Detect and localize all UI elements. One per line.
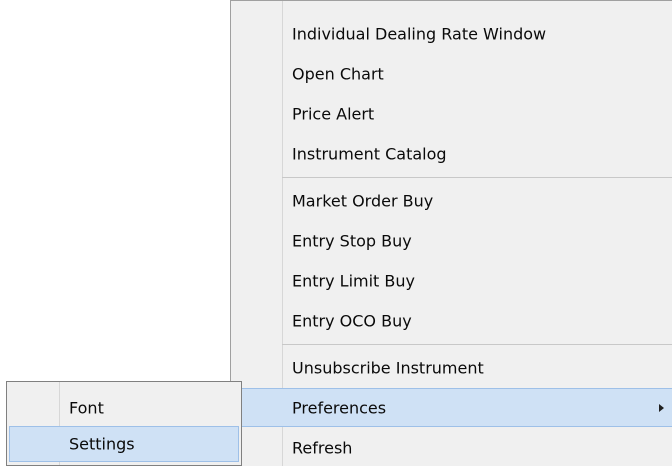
menu-item-individual-dealing-rate-window[interactable]: Individual Dealing Rate Window — [231, 14, 672, 54]
menu-item-unsubscribe-instrument[interactable]: Unsubscribe Instrument — [231, 348, 672, 388]
menu-item-label: Entry OCO Buy — [292, 311, 412, 331]
menu-item-entry-limit-buy[interactable]: Entry Limit Buy — [231, 261, 672, 301]
context-menu: Individual Dealing Rate Window Open Char… — [230, 0, 672, 466]
submenu-item-label: Font — [69, 398, 104, 418]
menu-item-label: Price Alert — [292, 104, 375, 124]
menu-item-label: Individual Dealing Rate Window — [292, 24, 547, 44]
menu-item-price-alert[interactable]: Price Alert — [231, 94, 672, 134]
screen: Individual Dealing Rate Window Open Char… — [0, 0, 672, 466]
menu-item-refresh[interactable]: Refresh — [231, 428, 672, 466]
menu-item-label: Unsubscribe Instrument — [292, 358, 484, 378]
menu-item-label: Open Chart — [292, 64, 384, 84]
menu-item-label: Market Order Buy — [292, 191, 434, 211]
preferences-submenu: Font Settings — [6, 381, 242, 466]
menu-separator — [282, 344, 672, 345]
menu-item-open-chart[interactable]: Open Chart — [231, 54, 672, 94]
chevron-right-icon — [659, 403, 664, 412]
menu-item-label: Entry Limit Buy — [292, 271, 415, 291]
menu-separator — [282, 177, 672, 178]
menu-item-entry-stop-buy[interactable]: Entry Stop Buy — [231, 221, 672, 261]
menu-item-instrument-catalog[interactable]: Instrument Catalog — [231, 134, 672, 174]
submenu-item-label: Settings — [69, 434, 135, 454]
submenu-item-font[interactable]: Font — [9, 390, 239, 426]
menu-item-label: Instrument Catalog — [292, 144, 447, 164]
menu-item-label: Entry Stop Buy — [292, 231, 412, 251]
menu-item-label: Refresh — [292, 438, 353, 458]
menu-item-market-order-buy[interactable]: Market Order Buy — [231, 181, 672, 221]
submenu-item-settings[interactable]: Settings — [9, 426, 239, 462]
menu-item-preferences[interactable]: Preferences — [231, 388, 672, 427]
menu-item-label: Preferences — [292, 398, 387, 417]
menu-item-entry-oco-buy[interactable]: Entry OCO Buy — [231, 301, 672, 341]
